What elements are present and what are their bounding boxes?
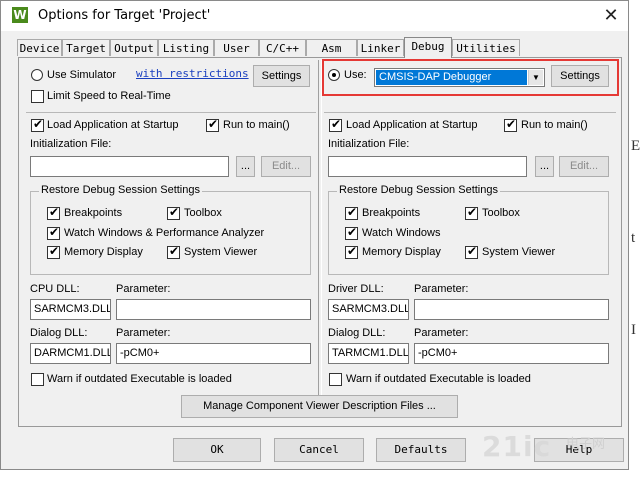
manage-component-viewer-button[interactable]: Manage Component Viewer Description File…: [181, 395, 458, 418]
debugger-settings-button[interactable]: Settings: [551, 65, 609, 87]
close-icon[interactable]: ✕: [599, 4, 623, 26]
use-debugger-radio[interactable]: [328, 69, 340, 81]
column-divider: [318, 60, 322, 398]
memory-display-label: Memory Display: [362, 246, 441, 258]
memory-display-checkbox[interactable]: [47, 244, 60, 259]
memory-display-checkbox[interactable]: [345, 244, 358, 259]
dialog-dll-input[interactable]: DARMCM1.DLL: [30, 343, 111, 364]
limit-speed-checkbox[interactable]: [31, 90, 44, 103]
init-file-browse-button[interactable]: ...: [236, 156, 255, 177]
tab-linker[interactable]: Linker: [357, 39, 404, 56]
dialog-dll-label: Dialog DLL:: [328, 327, 386, 339]
init-file-browse-button[interactable]: ...: [535, 156, 554, 177]
tab-utilities[interactable]: Utilities: [452, 39, 520, 56]
init-file-edit-button[interactable]: Edit...: [261, 156, 311, 177]
app-icon: W: [12, 7, 28, 23]
driver-dll-input[interactable]: SARMCM3.DLL: [328, 299, 409, 320]
watermark-logo: 21ic: [482, 430, 552, 463]
system-viewer-label: System Viewer: [184, 246, 258, 258]
tab-output[interactable]: Output: [110, 39, 158, 56]
dialog-parameter-input[interactable]: -pCM0+: [116, 343, 311, 364]
title-bar: W Options for Target 'Project' ✕: [1, 1, 628, 31]
init-file-edit-button[interactable]: Edit...: [559, 156, 609, 177]
watch-windows-checkbox[interactable]: [345, 225, 358, 240]
breakpoints-checkbox[interactable]: [345, 205, 358, 220]
init-file-input[interactable]: [328, 156, 527, 177]
tab-listing[interactable]: Listing: [158, 39, 214, 56]
group-title: Restore Debug Session Settings: [39, 184, 202, 196]
warn-outdated-checkbox[interactable]: [31, 373, 44, 386]
tab-asm[interactable]: Asm: [306, 39, 357, 56]
dialog-parameter-label: Parameter:: [116, 327, 171, 339]
cpu-dll-label: CPU DLL:: [30, 283, 80, 295]
toolbox-checkbox[interactable]: [167, 205, 180, 220]
watermark-text: 电子网: [566, 437, 606, 452]
background-text: E: [631, 138, 640, 154]
load-app-label: Load Application at Startup: [346, 119, 478, 131]
run-to-main-label: Run to main(): [521, 119, 588, 131]
watch-windows-checkbox[interactable]: [47, 225, 60, 240]
breakpoints-checkbox[interactable]: [47, 205, 60, 220]
load-app-label: Load Application at Startup: [47, 119, 179, 131]
breakpoints-label: Breakpoints: [362, 207, 421, 219]
system-viewer-checkbox[interactable]: [465, 244, 478, 259]
use-simulator-label: Use Simulator: [47, 69, 117, 81]
run-to-main-label: Run to main(): [223, 119, 290, 131]
background-text: t: [631, 230, 636, 246]
tab-device[interactable]: Device: [17, 39, 62, 56]
memory-display-label: Memory Display: [64, 246, 143, 258]
watch-windows-label: Watch Windows & Performance Analyzer: [64, 227, 265, 239]
chevron-down-icon[interactable]: ▼: [528, 70, 543, 85]
cpu-dll-input[interactable]: SARMCM3.DLL: [30, 299, 111, 320]
run-to-main-checkbox[interactable]: [206, 117, 219, 132]
watch-windows-label: Watch Windows: [362, 227, 441, 239]
load-app-checkbox[interactable]: [31, 117, 44, 132]
driver-dll-label: Driver DLL:: [328, 283, 384, 295]
window-title: Options for Target 'Project': [38, 8, 211, 23]
cancel-button[interactable]: Cancel: [274, 438, 364, 462]
tab-user[interactable]: User: [214, 39, 259, 56]
init-file-label: Initialization File:: [30, 138, 112, 150]
use-simulator-radio[interactable]: [31, 69, 43, 81]
cpu-parameter-label: Parameter:: [116, 283, 171, 295]
dialog-dll-input[interactable]: TARMCM1.DLL: [328, 343, 409, 364]
dialog-parameter-input[interactable]: -pCM0+: [414, 343, 609, 364]
divider: [26, 112, 316, 113]
debugger-select[interactable]: CMSIS-DAP Debugger ▼: [374, 68, 545, 87]
system-viewer-checkbox[interactable]: [167, 244, 180, 259]
run-to-main-checkbox[interactable]: [504, 117, 517, 132]
driver-parameter-input[interactable]: [414, 299, 609, 320]
tab-debug[interactable]: Debug: [404, 37, 452, 58]
group-title: Restore Debug Session Settings: [337, 184, 500, 196]
toolbox-checkbox[interactable]: [465, 205, 478, 220]
init-file-input[interactable]: [30, 156, 229, 177]
simulator-settings-button[interactable]: Settings: [253, 65, 310, 87]
load-app-checkbox[interactable]: [329, 117, 342, 132]
warn-outdated-checkbox[interactable]: [329, 373, 342, 386]
dialog-parameter-label: Parameter:: [414, 327, 469, 339]
warn-outdated-label: Warn if outdated Executable is loaded: [346, 373, 531, 385]
toolbox-label: Toolbox: [184, 207, 222, 219]
ok-button[interactable]: OK: [173, 438, 261, 462]
tab-c-cpp[interactable]: C/C++: [259, 39, 306, 56]
cpu-parameter-input[interactable]: [116, 299, 311, 320]
driver-parameter-label: Parameter:: [414, 283, 469, 295]
init-file-label: Initialization File:: [328, 138, 410, 150]
warn-outdated-label: Warn if outdated Executable is loaded: [47, 373, 232, 385]
background-text: I: [631, 322, 636, 338]
use-label: Use:: [344, 69, 367, 81]
breakpoints-label: Breakpoints: [64, 207, 123, 219]
debugger-select-value: CMSIS-DAP Debugger: [376, 70, 527, 85]
system-viewer-label: System Viewer: [482, 246, 556, 258]
defaults-button[interactable]: Defaults: [376, 438, 466, 462]
restrictions-link[interactable]: with restrictions: [136, 67, 249, 80]
toolbox-label: Toolbox: [482, 207, 520, 219]
dialog-dll-label: Dialog DLL:: [30, 327, 88, 339]
divider: [324, 112, 616, 113]
limit-speed-label: Limit Speed to Real-Time: [47, 90, 171, 102]
tab-target[interactable]: Target: [62, 39, 110, 56]
